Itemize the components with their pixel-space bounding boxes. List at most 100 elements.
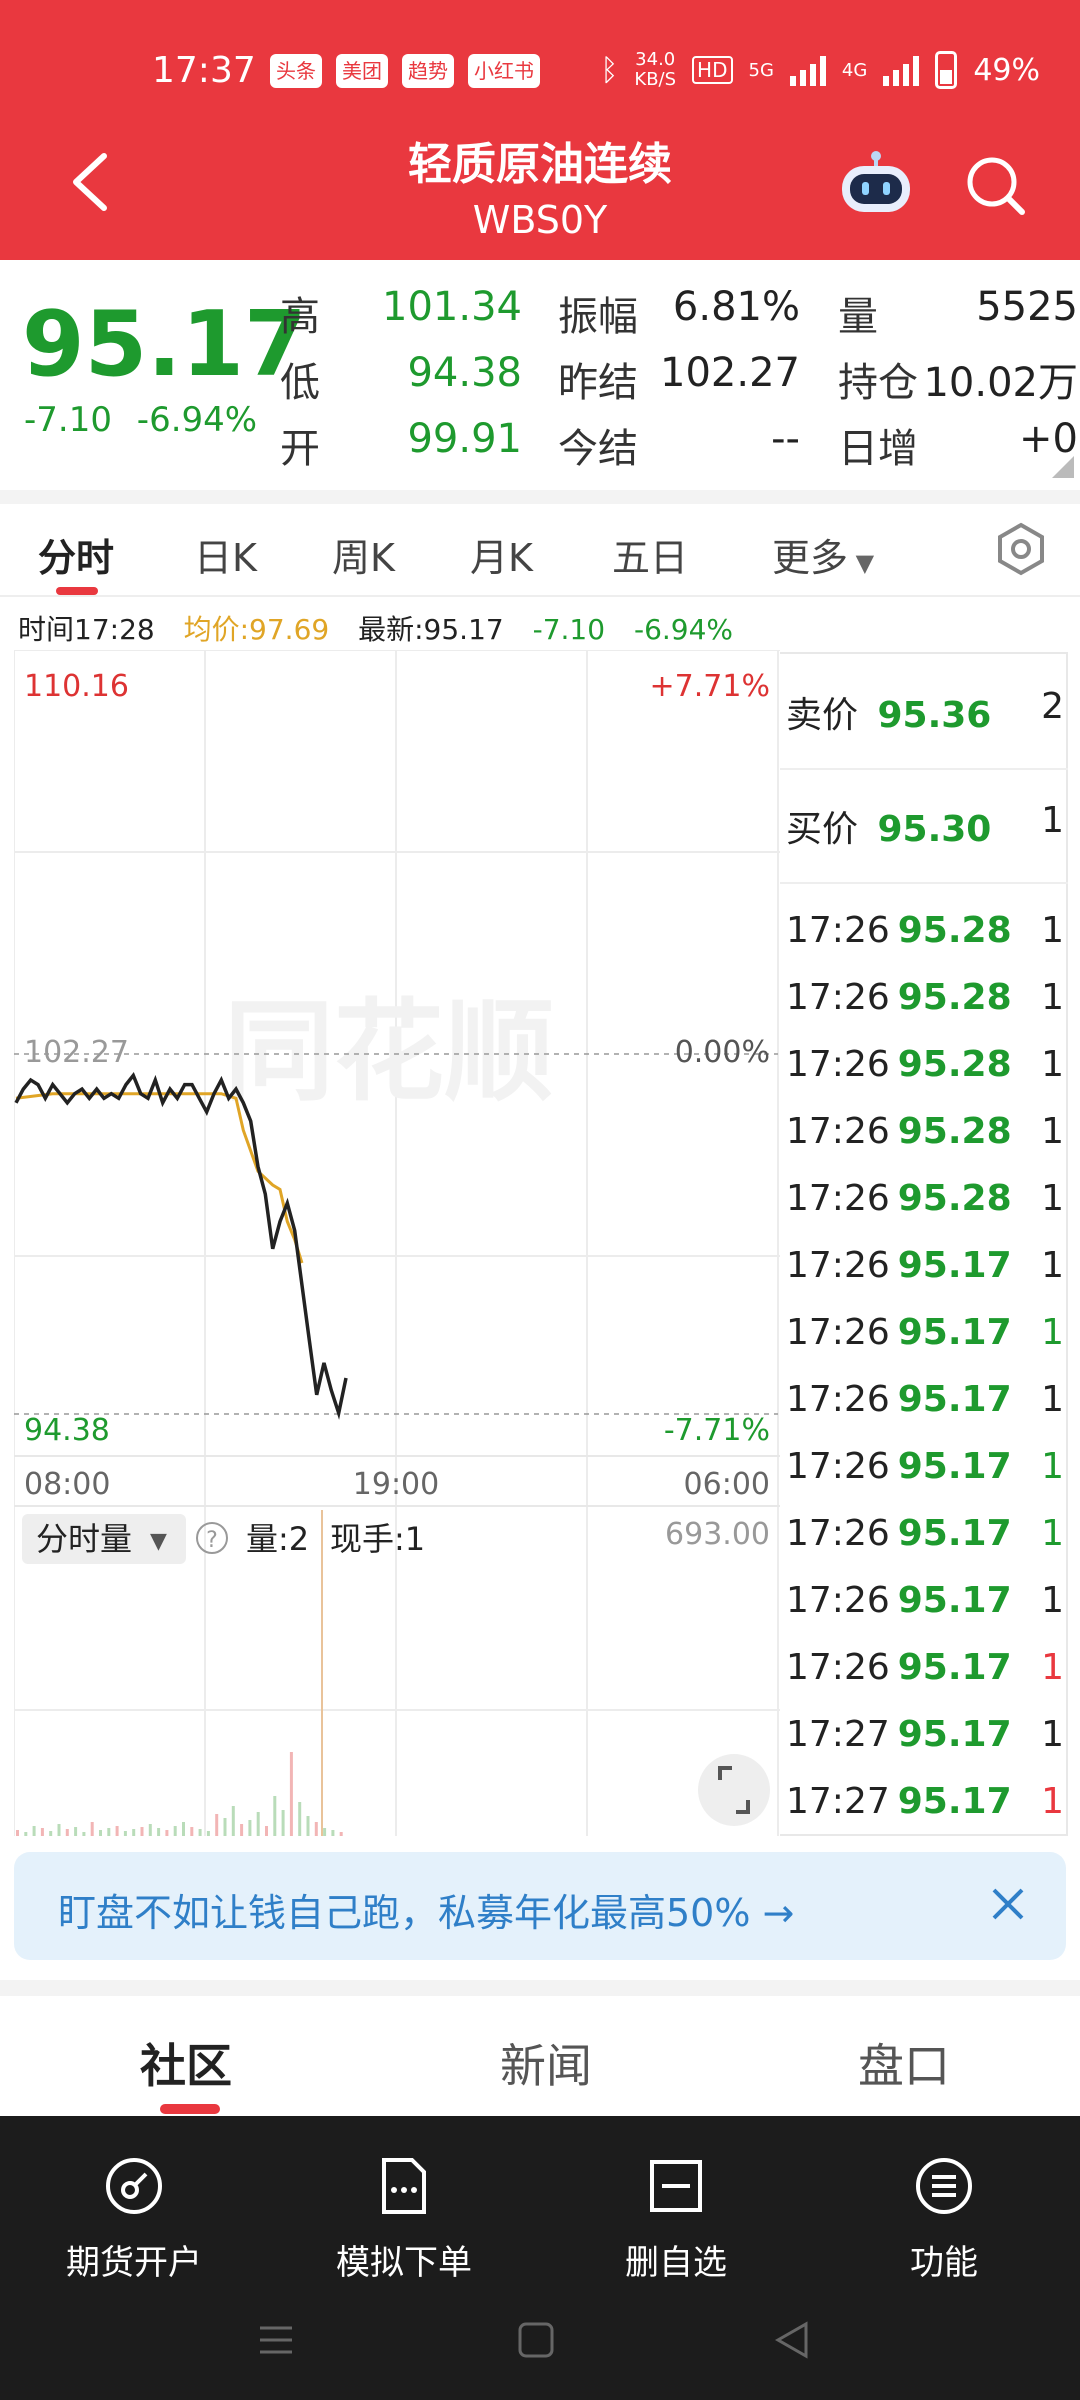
volume-bar — [107, 1828, 111, 1836]
info-avg: 均价:97.69 — [183, 613, 330, 646]
tick-time: 17:26 — [786, 1312, 890, 1353]
tick-row: 17:27 95.17 1 — [780, 1714, 1068, 1755]
y-bottom-label: 94.38 — [24, 1413, 110, 1448]
toutiao-icon: 头条 — [270, 54, 322, 88]
tick-volume: 1 — [1041, 1446, 1064, 1487]
tick-time: 17:26 — [786, 1044, 890, 1085]
tick-row: 17:26 95.28 1 — [780, 977, 1068, 1018]
tick-volume: 1 — [1041, 1513, 1064, 1554]
tab-daily-k[interactable]: 日K — [194, 527, 257, 582]
volume-bar — [248, 1820, 252, 1836]
tick-time: 17:26 — [786, 1379, 890, 1420]
volume-selector-arrow-icon: ▼ — [150, 1529, 167, 1554]
back-nav-icon[interactable] — [772, 2320, 812, 2360]
stat-label-settle: 今结 — [558, 426, 638, 472]
document-icon — [382, 2158, 426, 2214]
volume-bar — [123, 1831, 127, 1836]
meituan-icon: 美团 — [336, 54, 388, 88]
tick-time: 17:26 — [786, 1446, 890, 1487]
volume-bar — [323, 1828, 327, 1836]
tick-price: 95.28 — [897, 1111, 1012, 1152]
stat-label-high: 高 — [280, 294, 320, 340]
bid-row: 买价 95.30 1 — [780, 800, 1068, 852]
volume-bar — [82, 1832, 86, 1836]
fullscreen-button[interactable] — [698, 1754, 770, 1826]
volume-bar — [148, 1824, 152, 1836]
tab-monthly-k[interactable]: 月K — [470, 527, 533, 582]
tick-row: 17:26 95.17 1 — [780, 1379, 1068, 1420]
tick-volume: 1 — [1041, 977, 1064, 1018]
expand-corner-icon[interactable] — [1052, 456, 1074, 478]
pct-bottom-label: -7.71% — [664, 1413, 770, 1448]
volume-qty: 量:2 — [246, 1520, 309, 1558]
volume-bar — [206, 1831, 210, 1836]
y-top-label: 110.16 — [24, 669, 129, 704]
ask-label: 卖价 — [786, 695, 859, 736]
tab-news[interactable]: 新闻 — [500, 2030, 592, 2096]
change-value: -7.10 — [24, 400, 112, 440]
volume-bar — [331, 1830, 335, 1836]
status-bar: 17:37 头条 美团 趋势 小红书 ᛒ 34.0 KB/S HD 5G 4G … — [0, 40, 1080, 104]
tick-row: 17:26 95.28 1 — [780, 1044, 1068, 1085]
battery-icon — [935, 51, 958, 89]
tick-volume: 1 — [1041, 1178, 1064, 1219]
tab-five-day[interactable]: 五日 — [612, 527, 688, 582]
tab-timeshare[interactable]: 分时 — [38, 527, 114, 582]
tab-weekly-k[interactable]: 周K — [332, 527, 395, 582]
help-icon-glyph: ? — [206, 1528, 218, 1553]
app-header: 17:37 头条 美团 趋势 小红书 ᛒ 34.0 KB/S HD 5G 4G … — [0, 0, 1080, 260]
open-account-button[interactable]: 期货开户 — [34, 2134, 234, 2284]
volume-bar — [40, 1828, 44, 1836]
tick-row: 17:26 95.17 1 — [780, 1446, 1068, 1487]
volume-max-label: 693.00 — [665, 1517, 770, 1552]
tick-time: 17:26 — [786, 1111, 890, 1152]
close-icon[interactable] — [984, 1880, 1032, 1928]
promo-banner[interactable]: 盯盘不如让钱自己跑，私募年化最高50% → — [14, 1852, 1066, 1960]
volume-bar — [74, 1827, 78, 1836]
intraday-chart[interactable]: 同花顺 110.16 +7.71% 102.27 0.00% 94.38 -7.… — [14, 650, 780, 1836]
volume-bar — [231, 1806, 235, 1836]
pct-top-label: +7.71% — [650, 669, 770, 704]
menu-nav-icon[interactable] — [256, 2320, 296, 2360]
avg-price-line — [15, 1092, 304, 1264]
battery-percent: 49% — [973, 52, 1040, 88]
remove-watchlist-button[interactable]: 删自选 — [576, 2134, 776, 2284]
promo-text[interactable]: 盯盘不如让钱自己跑，私募年化最高50% → — [58, 1882, 794, 1937]
status-app-icons: 头条 美团 趋势 小红书 — [270, 54, 540, 88]
signal-icon — [789, 54, 826, 86]
pct-mid-label: 0.00% — [675, 1035, 770, 1070]
tick-volume: 1 — [1041, 1044, 1064, 1085]
tick-volume: 1 — [1041, 1714, 1064, 1755]
tab-orderbook[interactable]: 盘口 — [858, 2030, 950, 2096]
tick-row: 17:26 95.17 1 — [780, 1580, 1068, 1621]
info-last: 最新:95.17 — [358, 613, 504, 646]
tab-community[interactable]: 社区 — [140, 2030, 232, 2096]
functions-label: 功能 — [910, 2243, 978, 2283]
bid-volume: 1 — [1041, 800, 1064, 841]
dropdown-arrow-icon: ▼ — [848, 549, 875, 577]
robot-assistant-icon[interactable] — [838, 150, 914, 216]
tick-row: 17:26 95.17 1 — [780, 1647, 1068, 1688]
volume-bar — [157, 1828, 161, 1836]
contract-code: WBS0Y — [472, 198, 608, 242]
stat-value-volume: 5525 — [976, 284, 1078, 330]
volume-bar — [115, 1826, 119, 1836]
ob-divider — [780, 768, 1068, 770]
chart-info-bar: 时间17:28 均价:97.69 最新:95.17 -7.10 -6.94% — [18, 608, 753, 648]
tick-price: 95.17 — [897, 1379, 1012, 1420]
simulated-order-button[interactable]: 模拟下单 — [304, 2134, 504, 2284]
volume-now: 现手:1 — [330, 1520, 425, 1558]
search-icon[interactable] — [964, 154, 1028, 218]
volume-bar — [173, 1826, 177, 1836]
volume-bar — [99, 1830, 102, 1836]
tick-row: 17:26 95.28 1 — [780, 1178, 1068, 1219]
functions-button[interactable]: 功能 — [844, 2134, 1044, 2284]
tab-more[interactable]: 更多 ▼ — [772, 527, 874, 582]
tick-price: 95.28 — [897, 910, 1012, 951]
settings-icon[interactable] — [996, 522, 1046, 576]
tick-time: 17:27 — [786, 1714, 890, 1755]
volume-bar — [289, 1752, 293, 1836]
volume-bar — [182, 1822, 185, 1836]
home-nav-icon[interactable] — [516, 2320, 556, 2360]
ob-divider-2 — [780, 882, 1068, 884]
